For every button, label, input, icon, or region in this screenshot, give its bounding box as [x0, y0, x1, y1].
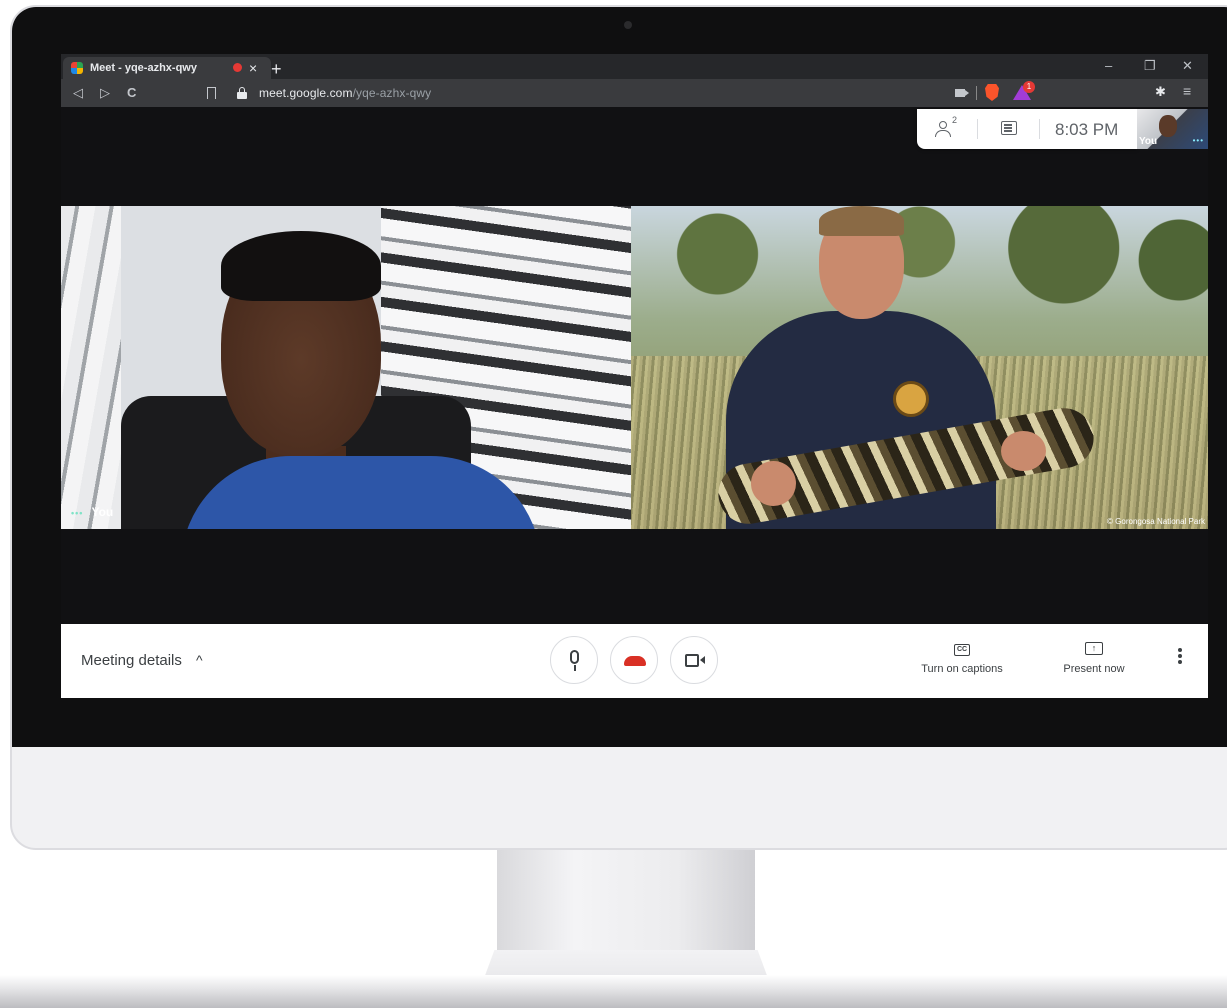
- brave-shields-icon[interactable]: [985, 84, 999, 101]
- self-view-thumbnail[interactable]: You •••: [1137, 109, 1208, 149]
- tab-meet[interactable]: Meet - yqe-azhx-qwy × +: [63, 57, 282, 79]
- recording-indicator-icon: [233, 63, 242, 72]
- self-tile-label: ••• You: [71, 505, 113, 519]
- camera-button[interactable]: [670, 636, 718, 684]
- captions-button[interactable]: CC Turn on captions: [907, 638, 1017, 675]
- meet-top-panel: 2 8:03 PM: [917, 109, 1137, 149]
- present-label: Present now: [1063, 663, 1125, 675]
- browser-window: Meet - yqe-azhx-qwy × + – ❐ ✕ ◁ ▷ C meet…: [61, 54, 1208, 698]
- meeting-clock: 8:03 PM: [1055, 120, 1119, 139]
- meeting-details-button[interactable]: Meeting details: [81, 652, 182, 669]
- shirt-emblem: [893, 381, 929, 417]
- present-screen-icon: ↑: [1085, 642, 1103, 655]
- people-count: 2: [952, 115, 958, 125]
- back-button[interactable]: ◁: [73, 84, 83, 102]
- new-tab-button[interactable]: +: [271, 58, 282, 80]
- photo-credit: © Gorongosa National Park: [1107, 517, 1205, 526]
- ranger-hair: [819, 206, 904, 236]
- ranger-hand-right: [1001, 431, 1046, 471]
- video-tile-remote[interactable]: © Gorongosa National Park: [631, 206, 1208, 529]
- meet-page: 2 8:03 PM You ••• ••• You © Gorongosa Na…: [61, 107, 1208, 698]
- browser-toolbar: ◁ ▷ C meet.google.com/yqe-azhx-qwy 1 ✱ ≡: [61, 79, 1208, 107]
- microphone-stand-icon: [574, 665, 576, 671]
- panel-divider: [977, 119, 978, 139]
- lock-icon[interactable]: [237, 87, 247, 99]
- more-options-icon[interactable]: [1178, 648, 1182, 652]
- tab-bar: Meet - yqe-azhx-qwy × + – ❐ ✕: [61, 54, 1208, 79]
- self-view-face: [1159, 115, 1177, 137]
- browser-menu-button[interactable]: ≡: [1183, 83, 1191, 99]
- savanna-trees: [631, 206, 1208, 326]
- captions-label: Turn on captions: [921, 663, 1003, 675]
- camera-lens-icon: [700, 656, 705, 664]
- curtain-left: [61, 206, 121, 529]
- mic-button[interactable]: [550, 636, 598, 684]
- desk-surface: [0, 975, 1227, 1008]
- audio-level-icon: •••: [71, 508, 84, 518]
- url-path: /yqe-azhx-qwy: [352, 86, 432, 100]
- reload-button[interactable]: C: [127, 84, 136, 102]
- minimize-button[interactable]: –: [1105, 56, 1112, 76]
- video-tile-self[interactable]: ••• You: [61, 206, 631, 529]
- rewards-badge: 1: [1023, 81, 1035, 93]
- audio-level-icon: •••: [1192, 136, 1204, 145]
- bookmark-icon[interactable]: [207, 87, 216, 99]
- self-name: You: [91, 505, 114, 519]
- microphone-icon: [570, 650, 579, 664]
- camera-in-use-icon[interactable]: [955, 89, 969, 97]
- present-now-button[interactable]: ↑ Present now: [1039, 638, 1149, 675]
- hangup-button[interactable]: [610, 636, 658, 684]
- tab-title: Meet - yqe-azhx-qwy: [90, 62, 197, 74]
- captions-icon: CC: [954, 644, 970, 656]
- puzzle-icon[interactable]: ✱: [1155, 84, 1166, 100]
- ranger-hand-left: [751, 461, 796, 506]
- forward-button[interactable]: ▷: [100, 84, 110, 102]
- meet-bottom-bar: Meeting details ^ CC Turn on captions ↑ …: [61, 624, 1208, 698]
- meet-favicon-icon: [71, 62, 83, 74]
- url-domain: meet.google.com: [259, 86, 353, 100]
- participant-hair: [221, 231, 381, 301]
- self-view-label: You: [1139, 136, 1158, 147]
- chat-icon[interactable]: [1001, 121, 1017, 135]
- toolbar-separator: [976, 86, 977, 100]
- webcam-dot: [624, 21, 632, 29]
- restore-button[interactable]: ❐: [1144, 56, 1156, 76]
- people-icon[interactable]: 2: [935, 115, 961, 139]
- panel-divider: [1039, 119, 1040, 139]
- camera-icon: [685, 654, 699, 667]
- chevron-up-icon[interactable]: ^: [196, 652, 203, 668]
- close-window-button[interactable]: ✕: [1182, 56, 1193, 76]
- tab-close-button[interactable]: ×: [249, 58, 257, 78]
- address-bar[interactable]: meet.google.com/yqe-azhx-qwy: [259, 86, 431, 100]
- phone-hangup-icon: [624, 656, 646, 666]
